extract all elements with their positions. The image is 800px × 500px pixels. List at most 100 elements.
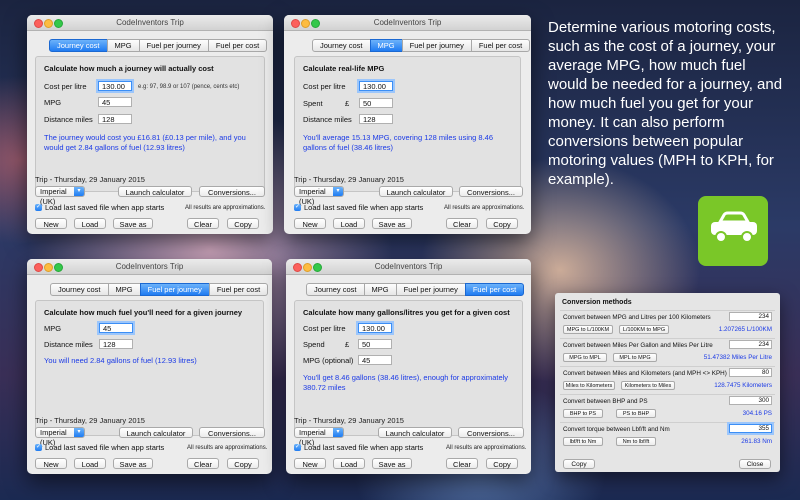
conversion-miles-km: Convert between Miles and Kilometers (an… xyxy=(560,366,775,394)
unit-select[interactable]: Imperial (UK) ▾ xyxy=(294,427,344,447)
mpg-label: MPG xyxy=(44,324,62,333)
mpl-to-mpg-button[interactable]: MPL to MPG xyxy=(613,353,657,362)
tab-mpg[interactable]: MPG xyxy=(107,283,141,296)
conversion-result: 261.83 Nm xyxy=(741,438,772,445)
launch-calculator-button[interactable]: Launch calculator xyxy=(379,186,453,197)
load-button[interactable]: Load xyxy=(333,218,365,229)
load-button[interactable]: Load xyxy=(74,218,106,229)
conversions-button[interactable]: Conversions... xyxy=(199,427,265,438)
tab-fuel-per-cost[interactable]: Fuel per cost xyxy=(464,283,525,296)
cost-input[interactable]: 130.00 xyxy=(359,81,393,91)
save-as-button[interactable]: Save as xyxy=(372,458,412,469)
spend-input[interactable]: 50 xyxy=(358,339,392,349)
tab-bar: Journey cost MPG Fuel per journey Fuel p… xyxy=(27,283,272,296)
tab-fuel-per-journey[interactable]: Fuel per journey xyxy=(401,39,472,52)
panel-title: Calculate how many gallons/litres you ge… xyxy=(303,308,510,317)
conversions-button[interactable]: Conversions... xyxy=(459,186,523,197)
title-bar[interactable]: CodeInventors Trip xyxy=(284,15,531,31)
save-as-button[interactable]: Save as xyxy=(113,218,153,229)
conversion-input[interactable]: 234 xyxy=(729,340,772,349)
copy-button[interactable]: Copy xyxy=(486,218,518,229)
section-title: Convert between BHP and PS xyxy=(563,398,648,405)
lbfft-to-nm-button[interactable]: lbf/ft to Nm xyxy=(563,437,603,446)
load-button[interactable]: Load xyxy=(74,458,106,469)
mpg-input[interactable]: 45 xyxy=(99,323,133,333)
copy-button[interactable]: Copy xyxy=(563,459,595,469)
mpg-input[interactable]: 45 xyxy=(98,97,132,107)
tab-journey-cost[interactable]: Journey cost xyxy=(306,283,365,296)
close-button[interactable]: Close xyxy=(739,459,771,469)
title-bar[interactable]: CodeInventors Trip xyxy=(27,15,273,31)
new-button[interactable]: New xyxy=(294,218,326,229)
conversion-input[interactable]: 80 xyxy=(729,368,772,377)
conversion-input[interactable]: 234 xyxy=(729,312,772,321)
bhp-to-ps-button[interactable]: BHP to PS xyxy=(563,409,603,418)
load-last-checkbox[interactable]: ✓ Load last saved file when app starts xyxy=(35,443,164,452)
miles-to-km-button[interactable]: Miles to Kilometers xyxy=(563,381,615,390)
conversion-input[interactable]: 300 xyxy=(729,396,772,405)
clear-button[interactable]: Clear xyxy=(187,458,219,469)
copy-button[interactable]: Copy xyxy=(227,218,259,229)
spent-input[interactable]: 50 xyxy=(359,98,393,108)
launch-calculator-button[interactable]: Launch calculator xyxy=(378,427,452,438)
tab-journey-cost[interactable]: Journey cost xyxy=(50,283,109,296)
new-button[interactable]: New xyxy=(294,458,326,469)
distance-input[interactable]: 128 xyxy=(99,339,133,349)
launch-calculator-button[interactable]: Launch calculator xyxy=(119,427,193,438)
copy-button[interactable]: Copy xyxy=(227,458,259,469)
tab-fuel-per-journey[interactable]: Fuel per journey xyxy=(395,283,466,296)
clear-button[interactable]: Clear xyxy=(187,218,219,229)
tab-fuel-per-cost[interactable]: Fuel per cost xyxy=(207,39,268,52)
launch-calculator-button[interactable]: Launch calculator xyxy=(118,186,192,197)
panel-title: Calculate real-life MPG xyxy=(303,64,385,73)
tab-fuel-per-cost[interactable]: Fuel per cost xyxy=(208,283,269,296)
conversion-input[interactable]: 355 xyxy=(729,424,772,433)
window-mpg: CodeInventors Trip Journey cost MPG Fuel… xyxy=(284,15,531,234)
save-as-button[interactable]: Save as xyxy=(372,218,412,229)
section-title: Convert torque between Lbf/ft and Nm xyxy=(563,426,670,433)
km-to-miles-button[interactable]: Kilometers to Miles xyxy=(621,381,675,390)
nm-to-lbfft-button[interactable]: Nm to lbf/ft xyxy=(616,437,656,446)
load-last-checkbox[interactable]: ✓ Load last saved file when app starts xyxy=(294,443,423,452)
tab-mpg[interactable]: MPG xyxy=(106,39,140,52)
ps-to-bhp-button[interactable]: PS to BHP xyxy=(616,409,656,418)
cost-input[interactable]: 130.00 xyxy=(98,81,132,91)
tab-journey-cost[interactable]: Journey cost xyxy=(312,39,371,52)
load-last-checkbox[interactable]: ✓ Load last saved file when app starts xyxy=(294,203,423,212)
approx-note: All results are approximations. xyxy=(446,445,527,451)
unit-select[interactable]: Imperial (UK) ▾ xyxy=(35,427,85,447)
save-as-button[interactable]: Save as xyxy=(113,458,153,469)
copy-button[interactable]: Copy xyxy=(486,458,518,469)
app-description: Determine various motoring costs, such a… xyxy=(548,19,783,188)
cost-input[interactable]: 130.00 xyxy=(358,323,392,333)
l100km-to-mpg-button[interactable]: L/100KM to MPG xyxy=(619,325,669,334)
window-fuel-per-journey: CodeInventors Trip Journey cost MPG Fuel… xyxy=(27,259,272,474)
distance-input[interactable]: 128 xyxy=(98,114,132,124)
tab-mpg[interactable]: MPG xyxy=(363,283,397,296)
spend-label: Spend xyxy=(303,340,325,349)
tab-fuel-per-cost[interactable]: Fuel per cost xyxy=(470,39,531,52)
title-bar[interactable]: CodeInventors Trip xyxy=(286,259,531,275)
conversion-mpg-mpl: Convert between Miles Per Gallon and Mil… xyxy=(560,338,775,366)
load-button[interactable]: Load xyxy=(333,458,365,469)
tab-fuel-per-journey[interactable]: Fuel per journey xyxy=(138,39,209,52)
unit-select[interactable]: Imperial (UK) ▾ xyxy=(294,186,344,206)
mpg-input[interactable]: 45 xyxy=(358,355,392,365)
conversions-button[interactable]: Conversions... xyxy=(458,427,524,438)
tab-fuel-per-journey[interactable]: Fuel per journey xyxy=(139,283,210,296)
mpg-to-mpl-button[interactable]: MPG to MPL xyxy=(563,353,607,362)
clear-button[interactable]: Clear xyxy=(446,218,478,229)
distance-input[interactable]: 128 xyxy=(359,114,393,124)
clear-button[interactable]: Clear xyxy=(446,458,478,469)
tab-mpg[interactable]: MPG xyxy=(369,39,403,52)
conversions-button[interactable]: Conversions... xyxy=(199,186,265,197)
title-bar[interactable]: CodeInventors Trip xyxy=(27,259,272,275)
load-last-checkbox[interactable]: ✓ Load last saved file when app starts xyxy=(35,203,164,212)
trip-label: Trip - Thursday, 29 January 2015 xyxy=(35,416,145,425)
unit-select[interactable]: Imperial (UK) ▾ xyxy=(35,186,85,206)
mpg-to-l100km-button[interactable]: MPG to L/100KM xyxy=(563,325,613,334)
new-button[interactable]: New xyxy=(35,458,67,469)
tab-journey-cost[interactable]: Journey cost xyxy=(49,39,108,52)
new-button[interactable]: New xyxy=(35,218,67,229)
conversion-bhp-ps: Convert between BHP and PS 300 BHP to PS… xyxy=(560,394,775,422)
